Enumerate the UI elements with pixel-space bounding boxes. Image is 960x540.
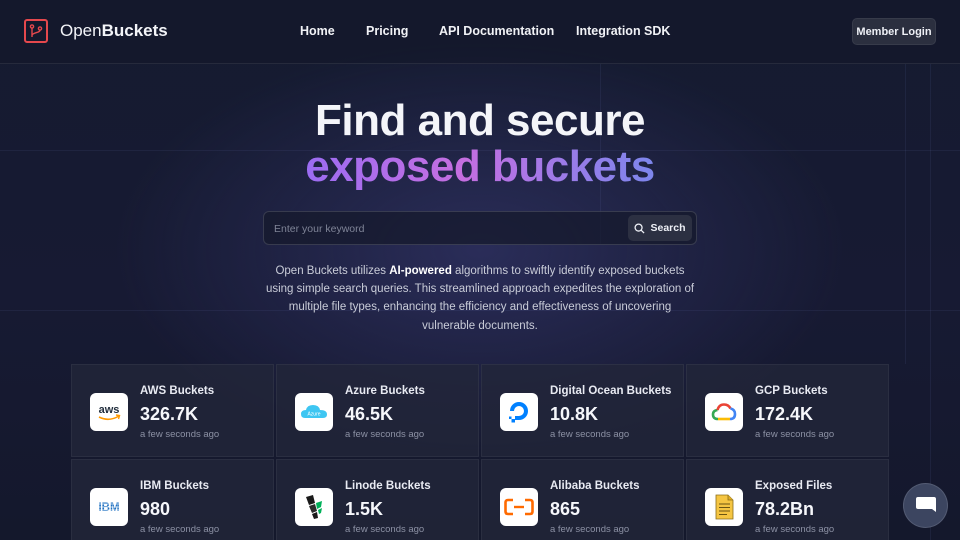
alibaba-icon <box>500 488 538 526</box>
brand-name[interactable]: OpenBuckets <box>60 21 168 41</box>
stat-count: 1.5K <box>345 499 384 519</box>
stat-count: 326.7K <box>140 404 199 424</box>
stat-card-aws[interactable]: aws AWS Buckets 326.7K a few seconds ago <box>71 364 274 457</box>
stat-name: IBM Buckets <box>140 480 210 492</box>
hero-title-gradient: exposed buckets <box>305 142 655 191</box>
search-button[interactable]: Search <box>628 215 692 241</box>
stat-updated: a few seconds ago <box>345 524 425 535</box>
description: Open Buckets utilizes AI-powered algorit… <box>265 262 695 335</box>
stat-card-linode[interactable]: Linode Buckets 1.5K a few seconds ago <box>276 459 479 540</box>
stat-name: GCP Buckets <box>755 385 828 397</box>
search-bar: Search <box>263 211 697 245</box>
stat-card-exposed-files[interactable]: Exposed Files 78.2Bn a few seconds ago <box>686 459 889 540</box>
stat-updated: a few seconds ago <box>550 429 630 440</box>
stat-count: 980 <box>140 499 171 519</box>
chat-widget-button[interactable] <box>903 483 948 528</box>
chat-bubble-icon <box>915 496 936 512</box>
stat-name: AWS Buckets <box>140 385 215 397</box>
brand-prefix: Open <box>60 21 102 40</box>
stat-count: 46.5K <box>345 404 394 424</box>
logo-icon[interactable] <box>24 19 48 43</box>
stat-card-digital-ocean[interactable]: Digital Ocean Buckets 10.8K a few second… <box>481 364 684 457</box>
stat-card-ibm[interactable]: IBM IBM Buckets 980 a few seconds ago <box>71 459 274 540</box>
file-icon <box>705 488 743 526</box>
description-start: Open Buckets utilizes <box>275 265 390 277</box>
top-navbar: OpenBuckets Home Pricing API Documentati… <box>0 0 960 64</box>
search-input[interactable] <box>274 219 624 239</box>
stat-updated: a few seconds ago <box>345 429 425 440</box>
stat-card-azure[interactable]: Azure Azure Buckets 46.5K a few seconds … <box>276 364 479 457</box>
brand-suffix: Buckets <box>101 21 168 40</box>
digital-ocean-icon <box>500 393 538 431</box>
nav-api-documentation[interactable]: API Documentation <box>439 24 554 38</box>
description-highlight: AI-powered <box>389 265 452 277</box>
search-icon <box>634 222 646 234</box>
stat-updated: a few seconds ago <box>755 429 835 440</box>
stat-card-alibaba[interactable]: Alibaba Buckets 865 a few seconds ago <box>481 459 684 540</box>
aws-icon: aws <box>90 393 128 431</box>
stat-name: Azure Buckets <box>345 385 425 397</box>
stat-updated: a few seconds ago <box>140 429 220 440</box>
stat-name: Exposed Files <box>755 480 833 492</box>
stat-name: Linode Buckets <box>345 480 431 492</box>
stat-count: 865 <box>550 499 581 519</box>
search-button-label: Search <box>650 222 686 234</box>
ibm-icon: IBM <box>90 488 128 526</box>
stat-count: 10.8K <box>550 404 599 424</box>
nav-integration-sdk[interactable]: Integration SDK <box>576 24 670 38</box>
hero-title-line1: Find and secure <box>315 96 645 145</box>
azure-logo-text: Azure <box>307 412 320 418</box>
hero-title-line2: exposed buckets <box>0 142 960 192</box>
stat-name: Digital Ocean Buckets <box>550 385 672 397</box>
stat-updated: a few seconds ago <box>140 524 220 535</box>
gcp-icon <box>705 393 743 431</box>
stat-count: 172.4K <box>755 404 814 424</box>
member-login-button[interactable]: Member Login <box>852 18 936 45</box>
linode-icon <box>295 488 333 526</box>
azure-icon: Azure <box>295 393 333 431</box>
stat-updated: a few seconds ago <box>550 524 630 535</box>
stat-count: 78.2Bn <box>755 499 815 519</box>
stat-updated: a few seconds ago <box>755 524 835 535</box>
stat-name: Alibaba Buckets <box>550 480 640 492</box>
stat-card-gcp[interactable]: GCP Buckets 172.4K a few seconds ago <box>686 364 889 457</box>
nav-home[interactable]: Home <box>300 24 335 38</box>
aws-logo-text: aws <box>99 404 120 416</box>
nav-pricing[interactable]: Pricing <box>366 24 408 38</box>
